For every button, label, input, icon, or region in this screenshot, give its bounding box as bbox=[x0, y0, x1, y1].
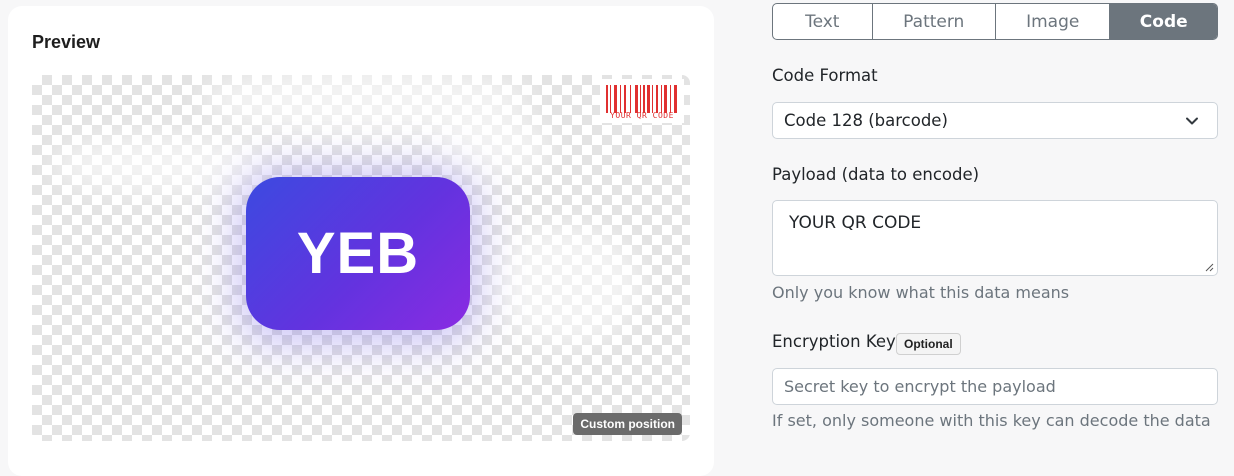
encryption-key-input[interactable]: Secret key to encrypt the payload bbox=[772, 368, 1218, 405]
tab-code[interactable]: Code bbox=[1110, 4, 1217, 39]
code-format-select[interactable]: Code 128 (barcode) bbox=[772, 102, 1218, 139]
payload-hint: Only you know what this data means bbox=[772, 283, 1070, 302]
preview-canvas[interactable]: YEB YOUR QR CODE Custom position bbox=[32, 75, 690, 441]
resize-grip-icon[interactable] bbox=[1204, 262, 1214, 272]
tab-text[interactable]: Text bbox=[773, 4, 873, 39]
encryption-key-hint: If set, only someone with this key can d… bbox=[772, 411, 1211, 430]
logo-badge[interactable]: YEB bbox=[246, 177, 470, 330]
barcode-caption: YOUR QR CODE bbox=[610, 111, 674, 120]
tab-image[interactable]: Image bbox=[996, 4, 1111, 39]
logo-text: YEB bbox=[296, 221, 420, 286]
payload-value: YOUR QR CODE bbox=[789, 213, 922, 233]
background-haze bbox=[492, 225, 642, 345]
barcode-icon bbox=[606, 85, 677, 113]
chevron-down-icon bbox=[1186, 117, 1198, 125]
encryption-key-label: Encryption Key bbox=[772, 332, 896, 351]
payload-label: Payload (data to encode) bbox=[772, 165, 980, 184]
optional-badge: Optional bbox=[896, 333, 961, 355]
preview-title: Preview bbox=[32, 32, 101, 52]
mode-tabs: Text Pattern Image Code bbox=[772, 3, 1218, 40]
background-haze bbox=[432, 115, 552, 175]
custom-position-badge: Custom position bbox=[573, 413, 682, 435]
barcode-overlay[interactable]: YOUR QR CODE bbox=[600, 79, 684, 123]
encryption-key-placeholder: Secret key to encrypt the payload bbox=[784, 377, 1056, 396]
tab-pattern[interactable]: Pattern bbox=[873, 4, 996, 39]
background-haze bbox=[52, 135, 272, 195]
code-format-value: Code 128 (barcode) bbox=[784, 111, 948, 130]
payload-textarea[interactable]: YOUR QR CODE bbox=[772, 200, 1218, 276]
code-format-label: Code Format bbox=[772, 66, 878, 85]
